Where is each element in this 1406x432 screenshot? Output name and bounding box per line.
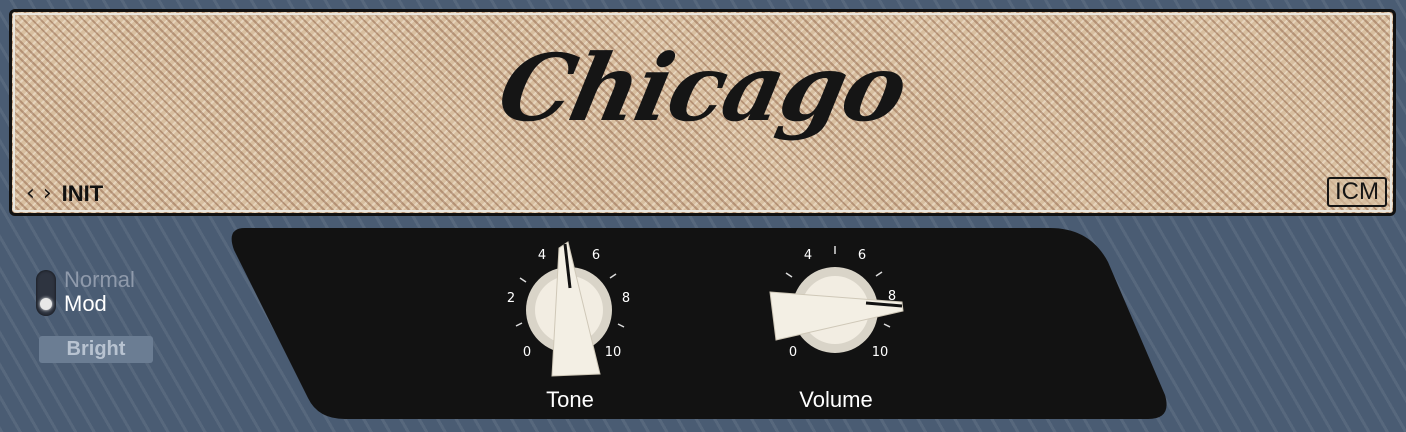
tone-scale-label-0: 0	[523, 345, 531, 360]
volume-scale-label-10: 10	[872, 345, 889, 360]
volume-label: Volume	[799, 387, 873, 412]
tone-scale-label-2: 2	[507, 291, 515, 306]
tone-scale-label-4: 4	[538, 248, 546, 263]
volume-scale-label-6: 6	[858, 248, 866, 263]
volume-scale-label-0: 0	[789, 345, 797, 360]
tone-scale-label-10: 10	[605, 345, 622, 360]
tone-label: Tone	[546, 387, 594, 412]
volume-scale-label-4: 4	[804, 248, 812, 263]
tone-scale-label-6: 6	[592, 248, 600, 263]
control-panel: 0 2 4 6 8 10 0 4 6 8 10	[231, 228, 1167, 419]
control-panel-background	[231, 228, 1167, 419]
tone-scale-label-8: 8	[622, 291, 630, 306]
